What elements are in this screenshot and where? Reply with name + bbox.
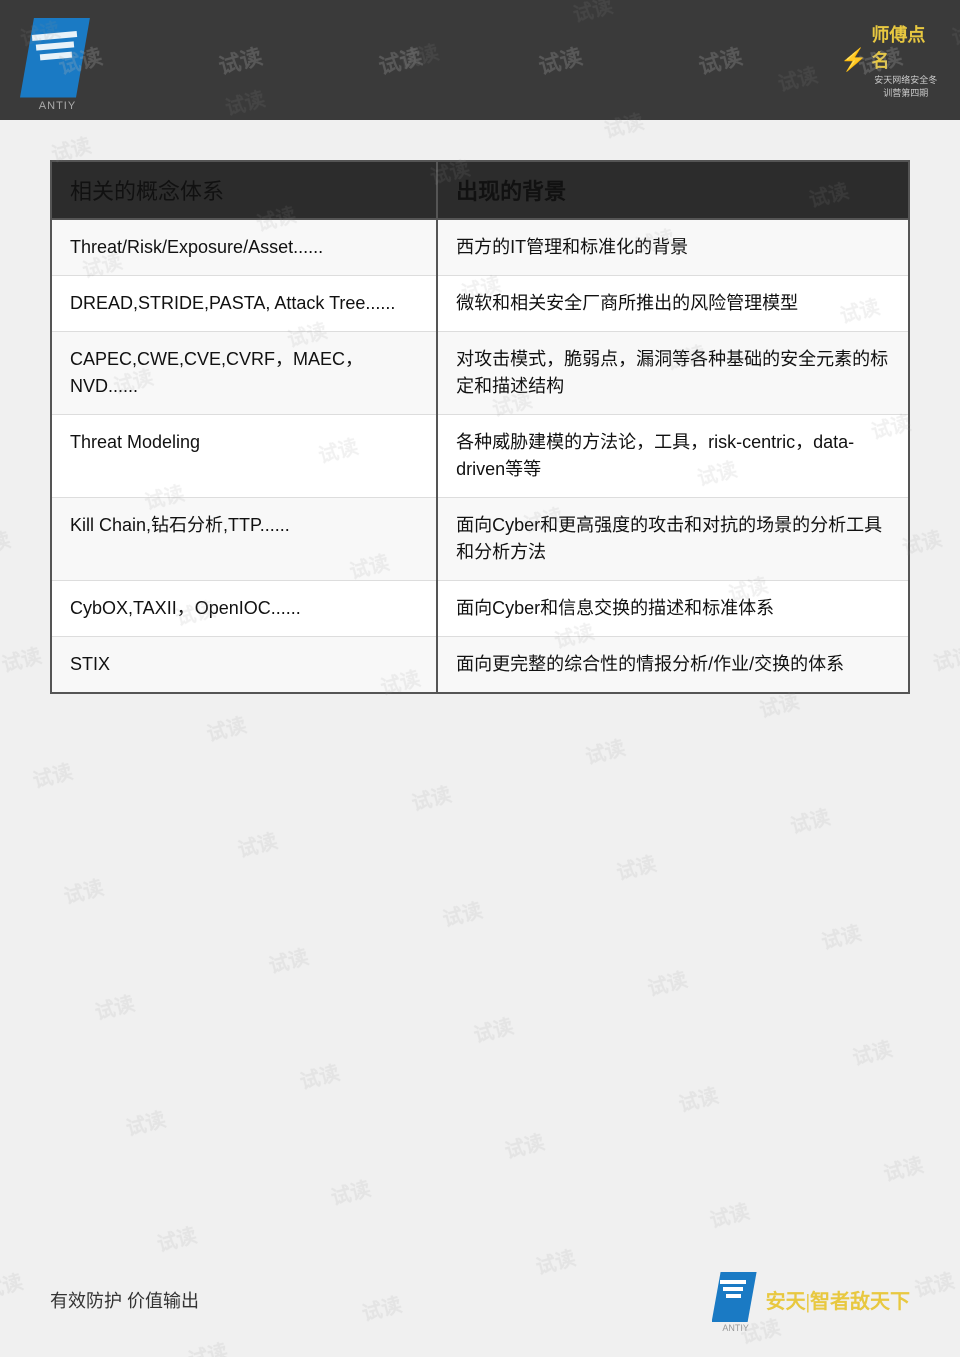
table-row: Kill Chain,钻石分析,TTP...... 面向Cyber和更高强度的攻… [51, 498, 909, 581]
footer-brand: 安天|智者敌天下 [766, 1285, 910, 1314]
table-row: Threat/Risk/Exposure/Asset...... 西方的IT管理… [51, 219, 909, 276]
table-cell-right-3: 各种威胁建模的方法论，工具，risk-centric，data-driven等等 [437, 415, 909, 498]
footer-left-text: 有效防护 价值输出 [50, 1287, 199, 1313]
right-logo-sub: 安天网络安全冬训营第四期 [871, 73, 940, 99]
table-cell-right-5: 面向Cyber和信息交换的描述和标准体系 [437, 581, 909, 637]
col1-header: 相关的概念体系 [51, 161, 437, 219]
footer: 有效防护 价值输出 ANTIY 安天|智者敌天下 [0, 1272, 960, 1327]
wm-3: 试读 [375, 39, 426, 81]
table-cell-right-0: 西方的IT管理和标准化的背景 [437, 219, 909, 276]
col2-header: 出现的背景 [437, 161, 909, 219]
footer-logo-icon [712, 1272, 757, 1322]
table-cell-left-2: CAPEC,CWE,CVE,CVRF，MAEC，NVD...... [51, 332, 437, 415]
fll-2 [723, 1287, 743, 1291]
table-row: CAPEC,CWE,CVE,CVRF，MAEC，NVD...... 对攻击模式，… [51, 332, 909, 415]
table-row: CybOX,TAXII，OpenIOC...... 面向Cyber和信息交换的描… [51, 581, 909, 637]
table-row: STIX 面向更完整的综合性的情报分析/作业/交换的体系 [51, 637, 909, 694]
right-logo: ⚡ 师傅点名 安天网络安全冬训营第四期 [840, 25, 940, 95]
table-cell-right-2: 对攻击模式，脆弱点，漏洞等各种基础的安全元素的标定和描述结构 [437, 332, 909, 415]
table-cell-left-6: STIX [51, 637, 437, 694]
table-cell-right-4: 面向Cyber和更高强度的攻击和对抗的场景的分析工具和分析方法 [437, 498, 909, 581]
wm-4: 试读 [535, 39, 586, 81]
lightning-icon: ⚡ [840, 47, 867, 73]
table-row: Threat Modeling 各种威胁建模的方法论，工具，risk-centr… [51, 415, 909, 498]
table-header-row: 相关的概念体系 出现的背景 [51, 161, 909, 219]
header-watermarks: 试读 试读 试读 试读 试读 试读 [0, 0, 960, 120]
table-cell-left-1: DREAD,STRIDE,PASTA, Attack Tree...... [51, 276, 437, 332]
concept-table: 相关的概念体系 出现的背景 Threat/Risk/Exposure/Asset… [50, 160, 910, 694]
logo-line-3 [40, 51, 72, 60]
right-logo-text: 师傅点名 [871, 21, 940, 73]
fll-3 [726, 1294, 741, 1298]
wm-2: 试读 [215, 39, 266, 81]
table-cell-right-1: 微软和相关安全厂商所推出的风险管理模型 [437, 276, 909, 332]
antiy-label: ANTIY [20, 100, 95, 112]
logo-line-2 [36, 41, 75, 50]
logo-line-1 [32, 31, 77, 41]
wm-5: 试读 [695, 39, 746, 81]
table-cell-right-6: 面向更完整的综合性的情报分析/作业/交换的体系 [437, 637, 909, 694]
logo-shape [20, 18, 90, 98]
header: ANTIY 试读 试读 试读 试读 试读 试读 ⚡ 师傅点名 安天网络安全冬训营… [0, 0, 960, 120]
footer-logo-lines [720, 1280, 746, 1301]
table-row: DREAD,STRIDE,PASTA, Attack Tree...... 微软… [51, 276, 909, 332]
footer-antiy-label: ANTIY [712, 1323, 760, 1333]
table-cell-left-4: Kill Chain,钻石分析,TTP...... [51, 498, 437, 581]
table-cell-left-5: CybOX,TAXII，OpenIOC...... [51, 581, 437, 637]
logo-lines [32, 33, 77, 63]
main-content: 相关的概念体系 出现的背景 Threat/Risk/Exposure/Asset… [0, 120, 960, 734]
fll-1 [720, 1280, 746, 1284]
footer-right: ANTIY 安天|智者敌天下 [712, 1272, 910, 1327]
logo-area: ANTIY [20, 18, 95, 103]
footer-antiy-text: 安天|智者敌天下 [766, 1285, 910, 1314]
table-cell-left-3: Threat Modeling [51, 415, 437, 498]
table-cell-left-0: Threat/Risk/Exposure/Asset...... [51, 219, 437, 276]
